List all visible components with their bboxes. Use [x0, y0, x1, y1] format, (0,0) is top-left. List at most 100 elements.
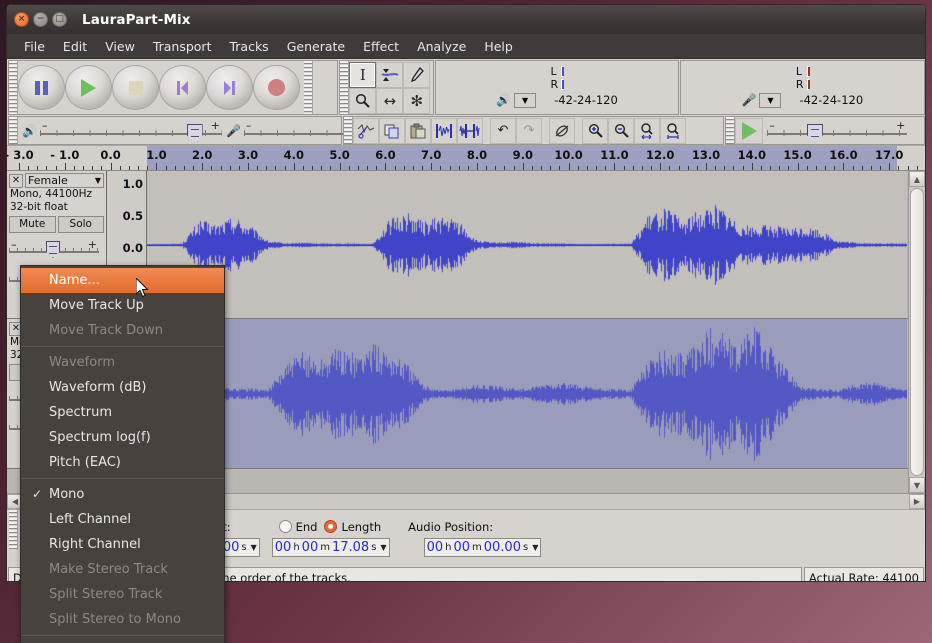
- ruler-tick: [257, 166, 259, 170]
- playback-speed-slider[interactable]: – +: [763, 118, 911, 144]
- ruler-tick: [605, 166, 607, 170]
- skip-to-end-icon: [224, 80, 235, 95]
- menu-item-mono-label: Mono: [49, 487, 85, 502]
- menu-item-left-channel[interactable]: Left Channel: [21, 507, 224, 532]
- menu-generate[interactable]: Generate: [278, 37, 354, 56]
- track-1-mute-button[interactable]: Mute: [9, 216, 56, 233]
- ruler-tick: [825, 166, 827, 170]
- menu-tracks[interactable]: Tracks: [220, 37, 277, 56]
- track-1-gain-thumb[interactable]: [46, 241, 60, 258]
- silence-audio-button[interactable]: [457, 117, 483, 144]
- menu-item-move-track-up-label: Move Track Up: [49, 298, 144, 313]
- skip-to-end-button[interactable]: [206, 65, 253, 110]
- scroll-down-icon[interactable]: ▼: [909, 477, 925, 493]
- skip-to-start-button[interactable]: [159, 65, 206, 110]
- audio-position-field[interactable]: 00 h 00 m 00.00 s ▼: [423, 537, 542, 557]
- mixer-toolbar-grip[interactable]: [9, 117, 18, 144]
- end-radio[interactable]: [278, 520, 292, 533]
- menu-item-name[interactable]: Name...: [21, 268, 224, 293]
- play-at-speed-grip[interactable]: [726, 117, 736, 144]
- multi-tool[interactable]: ✻: [403, 87, 431, 114]
- ruler-tick: [486, 166, 488, 170]
- menu-item-set-sample-format[interactable]: Set Sample Format▶: [21, 639, 224, 643]
- track-1-waveform[interactable]: [147, 171, 925, 318]
- selection-tool[interactable]: I: [349, 61, 377, 88]
- track-context-menu[interactable]: Name... Move Track Up Move Track Down Wavef…: [20, 265, 225, 643]
- link-button[interactable]: [549, 117, 575, 144]
- zoom-tool[interactable]: [349, 87, 377, 114]
- pause-button[interactable]: [18, 65, 65, 110]
- zoom-out-button[interactable]: [608, 117, 634, 144]
- speed-minus-label: –: [769, 118, 775, 132]
- playback-meter-dropdown[interactable]: ▼: [514, 92, 537, 108]
- close-icon[interactable]: ×: [14, 12, 29, 27]
- menu-analyze[interactable]: Analyze: [408, 37, 475, 56]
- menu-item-mono[interactable]: ✓ Mono: [21, 482, 224, 507]
- draw-tool[interactable]: [403, 61, 431, 88]
- track-1-solo-button[interactable]: Solo: [57, 216, 104, 233]
- play-button[interactable]: [65, 65, 112, 110]
- menu-item-spectrum-log-label: Spectrum log(f): [49, 430, 151, 445]
- menu-view[interactable]: View: [96, 37, 144, 56]
- menu-item-right-channel[interactable]: Right Channel: [21, 532, 224, 557]
- menu-item-spectrum-log[interactable]: Spectrum log(f): [21, 425, 224, 450]
- track-1-name-dropdown[interactable]: Female ▼: [25, 173, 104, 188]
- sel-len-caret-icon[interactable]: ▼: [380, 543, 386, 552]
- ruler-tick: [760, 166, 762, 170]
- zoom-in-button[interactable]: [582, 117, 608, 144]
- minimize-icon[interactable]: −: [33, 12, 48, 27]
- playback-meter-right-track: [561, 79, 565, 90]
- scroll-right-icon[interactable]: ▶: [909, 494, 925, 509]
- record-meter-dropdown[interactable]: ▼: [759, 92, 782, 108]
- fit-selection-button[interactable]: [634, 117, 660, 144]
- selection-toolbar-grip[interactable]: [9, 510, 18, 550]
- output-volume-slider[interactable]: 🔊 – +: [18, 118, 226, 144]
- vertical-scrollbar[interactable]: ▲ ▼: [908, 171, 925, 493]
- paste-button[interactable]: [405, 117, 431, 144]
- redo-button[interactable]: ↷: [516, 117, 542, 144]
- menu-effect[interactable]: Effect: [354, 37, 408, 56]
- vertical-scroll-thumb[interactable]: [910, 188, 924, 476]
- transport-toolbar-grip-right[interactable]: [304, 61, 313, 114]
- tools-toolbar-grip[interactable]: [340, 61, 350, 114]
- fit-project-button[interactable]: [660, 117, 686, 144]
- menu-item-pitch-eac[interactable]: Pitch (EAC): [21, 450, 224, 475]
- record-button[interactable]: [253, 65, 300, 110]
- output-volume-thumb[interactable]: [186, 123, 203, 143]
- scroll-up-icon[interactable]: ▲: [909, 171, 925, 187]
- copy-button[interactable]: [379, 117, 405, 144]
- menu-edit[interactable]: Edit: [54, 37, 96, 56]
- timeline-ruler[interactable]: - 3.0 - 1.0 0.0 1.0 2.0 3.0 4.0 5.0 6.0 7.0 8.0 9.0…: [7, 145, 925, 171]
- track-1-close-icon[interactable]: ✕: [9, 173, 23, 188]
- ruler-tick: [220, 166, 222, 170]
- length-radio[interactable]: [324, 520, 338, 533]
- sel-start-caret-icon[interactable]: ▼: [251, 543, 257, 552]
- record-meter-toolbar[interactable]: L R 🎤 ▼ -42 -24 -12 0: [679, 60, 925, 115]
- trim-audio-button[interactable]: [431, 117, 457, 144]
- play-at-speed-button[interactable]: [735, 117, 764, 144]
- playback-meter-left-track: [561, 66, 565, 77]
- envelope-tool[interactable]: [376, 61, 404, 88]
- menu-item-move-track-up[interactable]: Move Track Up: [21, 293, 224, 318]
- ruler-tick: [660, 163, 662, 170]
- track-1-gain-slider[interactable]: – +: [9, 236, 104, 262]
- time-shift-tool[interactable]: ↔: [376, 87, 404, 114]
- stop-button[interactable]: [112, 65, 159, 110]
- ruler-tick: [431, 163, 433, 170]
- menu-transport[interactable]: Transport: [144, 37, 221, 56]
- track-2-waveform[interactable]: [147, 319, 925, 468]
- menu-help[interactable]: Help: [475, 37, 522, 56]
- menu-file[interactable]: File: [15, 37, 54, 56]
- edit-toolbar-grip[interactable]: [344, 117, 353, 144]
- pos-caret-icon[interactable]: ▼: [532, 543, 538, 552]
- cut-button[interactable]: [353, 117, 379, 144]
- transport-toolbar-grip[interactable]: [9, 61, 18, 114]
- menu-item-spectrum[interactable]: Spectrum: [21, 400, 224, 425]
- playback-speed-thumb[interactable]: [806, 123, 823, 143]
- undo-button[interactable]: ↶: [490, 117, 516, 144]
- playback-meter-toolbar[interactable]: L R 🔊 ▼ -42 -24 -12 0: [435, 60, 679, 115]
- menu-item-waveform-db[interactable]: Waveform (dB): [21, 375, 224, 400]
- transport-toolbar: [8, 60, 339, 115]
- maximize-icon[interactable]: □: [52, 12, 67, 27]
- selection-length-field[interactable]: 00 h 00 m 17.08 s ▼: [271, 537, 390, 557]
